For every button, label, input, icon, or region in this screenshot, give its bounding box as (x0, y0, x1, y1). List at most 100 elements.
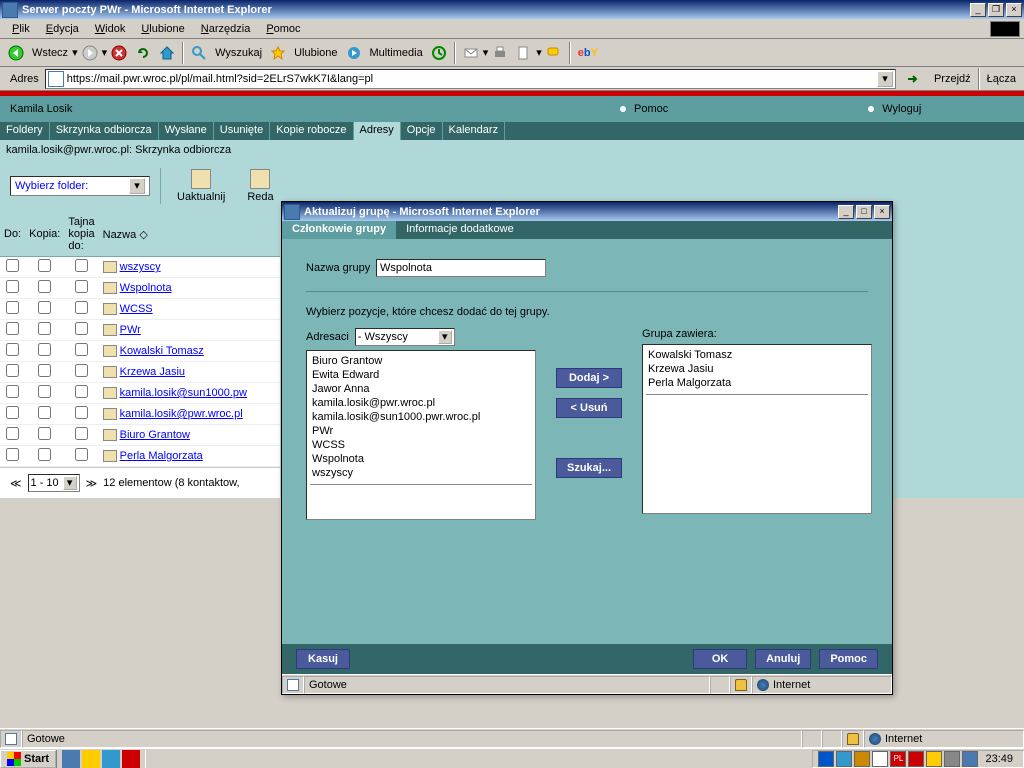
copy-checkbox[interactable] (38, 322, 51, 335)
copy-checkbox[interactable] (38, 427, 51, 440)
col-copy[interactable]: Kopia: (25, 212, 64, 257)
tab-additional-info[interactable]: Informacje dodatkowe (396, 221, 524, 239)
copy-checkbox[interactable] (38, 259, 51, 272)
available-listbox[interactable]: Biuro GrantowEwita EdwardJawor Annakamil… (306, 350, 536, 520)
compose-button[interactable]: Reda (241, 167, 279, 205)
logout-link[interactable]: Wyloguj (828, 103, 961, 115)
media-label[interactable]: Multimedia (366, 47, 427, 59)
tray-icon[interactable] (926, 751, 942, 767)
menu-file[interactable]: Plik (4, 21, 38, 37)
tab-addresses[interactable]: Adresy (354, 122, 401, 140)
bcc-checkbox[interactable] (75, 322, 88, 335)
contact-link[interactable]: Biuro Grantow (120, 429, 190, 441)
tab-inbox[interactable]: Skrzynka odbiorcza (50, 122, 159, 140)
group-members-listbox[interactable]: Kowalski TomaszKrzewa JasiuPerla Malgorz… (642, 344, 872, 514)
menu-tools[interactable]: Narzędzia (193, 21, 259, 37)
tray-icon[interactable] (908, 751, 924, 767)
list-item[interactable]: PWr (310, 424, 532, 438)
search-label[interactable]: Wyszukaj (211, 47, 266, 59)
copy-checkbox[interactable] (38, 301, 51, 314)
refresh-button[interactable] (132, 42, 154, 64)
delete-button[interactable]: Kasuj (296, 649, 350, 669)
favorites-button[interactable] (267, 42, 289, 64)
refresh-mail-button[interactable]: Uaktualnij (171, 167, 231, 205)
copy-checkbox[interactable] (38, 385, 51, 398)
go-button[interactable] (902, 68, 924, 90)
to-checkbox[interactable] (6, 259, 19, 272)
addressees-filter-select[interactable]: - Wszyscy▾ (355, 328, 455, 346)
quicklaunch-icon[interactable] (62, 750, 80, 768)
copy-checkbox[interactable] (38, 406, 51, 419)
contact-link[interactable]: WCSS (120, 303, 153, 315)
list-item[interactable]: Biuro Grantow (310, 354, 532, 368)
search-button[interactable]: Szukaj... (556, 458, 622, 478)
quicklaunch-icon[interactable] (82, 750, 100, 768)
tray-icon[interactable] (836, 751, 852, 767)
list-item[interactable]: Kowalski Tomasz (646, 348, 868, 362)
bcc-checkbox[interactable] (75, 406, 88, 419)
list-item[interactable]: kamila.losik@pwr.wroc.pl (310, 396, 532, 410)
tab-calendar[interactable]: Kalendarz (443, 122, 506, 140)
contact-link[interactable]: wszyscy (120, 261, 161, 273)
bcc-checkbox[interactable] (75, 259, 88, 272)
mail-dropdown-icon[interactable]: ▾ (483, 46, 489, 59)
contact-link[interactable]: Perla Malgorzata (120, 450, 203, 462)
col-to[interactable]: Do: (0, 212, 25, 257)
to-checkbox[interactable] (6, 427, 19, 440)
contact-link[interactable]: Kowalski Tomasz (120, 345, 204, 357)
popup-close-button[interactable]: × (874, 205, 890, 219)
tab-sent[interactable]: Wysłane (159, 122, 214, 140)
copy-checkbox[interactable] (38, 448, 51, 461)
forward-button[interactable] (79, 42, 101, 64)
tab-drafts[interactable]: Kopie robocze (270, 122, 353, 140)
remove-button[interactable]: < Usuń (556, 398, 622, 418)
to-checkbox[interactable] (6, 364, 19, 377)
menu-help[interactable]: Pomoc (258, 21, 308, 37)
stop-button[interactable] (108, 42, 130, 64)
folder-dropdown-icon[interactable]: ▾ (129, 178, 145, 194)
search-button[interactable] (188, 42, 210, 64)
col-name[interactable]: Nazwa ◇ (99, 212, 280, 257)
list-item[interactable]: Ewita Edward (310, 368, 532, 382)
popup-maximize-button[interactable]: □ (856, 205, 872, 219)
bcc-checkbox[interactable] (75, 301, 88, 314)
bcc-checkbox[interactable] (75, 280, 88, 293)
list-item[interactable]: Wspolnota (310, 452, 532, 466)
back-dropdown-icon[interactable]: ▾ (72, 46, 78, 59)
bcc-checkbox[interactable] (75, 427, 88, 440)
ok-button[interactable]: OK (693, 649, 747, 669)
pager-next-icon[interactable]: ≫ (86, 477, 98, 490)
list-item[interactable]: kamila.losik@sun1000.pwr.wroc.pl (310, 410, 532, 424)
tab-folders[interactable]: Foldery (0, 122, 50, 140)
help-link[interactable]: Pomoc (580, 103, 708, 115)
bcc-checkbox[interactable] (75, 343, 88, 356)
popup-minimize-button[interactable]: _ (838, 205, 854, 219)
list-item[interactable]: WCSS (310, 438, 532, 452)
menu-view[interactable]: Widok (87, 21, 134, 37)
bcc-checkbox[interactable] (75, 364, 88, 377)
home-button[interactable] (156, 42, 178, 64)
contact-link[interactable]: kamila.losik@pwr.wroc.pl (120, 408, 243, 420)
list-item[interactable]: Krzewa Jasiu (646, 362, 868, 376)
contact-link[interactable]: PWr (120, 324, 141, 336)
contact-link[interactable]: kamila.losik@sun1000.pw (120, 387, 247, 399)
address-input[interactable]: https://mail.pwr.wroc.pl/pl/mail.html?si… (45, 69, 896, 89)
folder-select[interactable]: Wybierz folder: ▾ (10, 176, 150, 196)
tray-icon[interactable] (818, 751, 834, 767)
list-item[interactable]: Perla Malgorzata (646, 376, 868, 390)
to-checkbox[interactable] (6, 385, 19, 398)
tray-icon[interactable] (854, 751, 870, 767)
tab-options[interactable]: Opcje (401, 122, 443, 140)
to-checkbox[interactable] (6, 343, 19, 356)
to-checkbox[interactable] (6, 406, 19, 419)
tray-icon[interactable] (944, 751, 960, 767)
to-checkbox[interactable] (6, 301, 19, 314)
back-button[interactable] (5, 42, 27, 64)
start-button[interactable]: Start (0, 750, 56, 768)
print-button[interactable] (489, 42, 511, 64)
contact-link[interactable]: Wspolnota (120, 282, 172, 294)
menu-edit[interactable]: Edycja (38, 21, 87, 37)
bcc-checkbox[interactable] (75, 448, 88, 461)
address-dropdown-icon[interactable]: ▾ (877, 71, 893, 87)
contact-link[interactable]: Krzewa Jasiu (120, 366, 185, 378)
